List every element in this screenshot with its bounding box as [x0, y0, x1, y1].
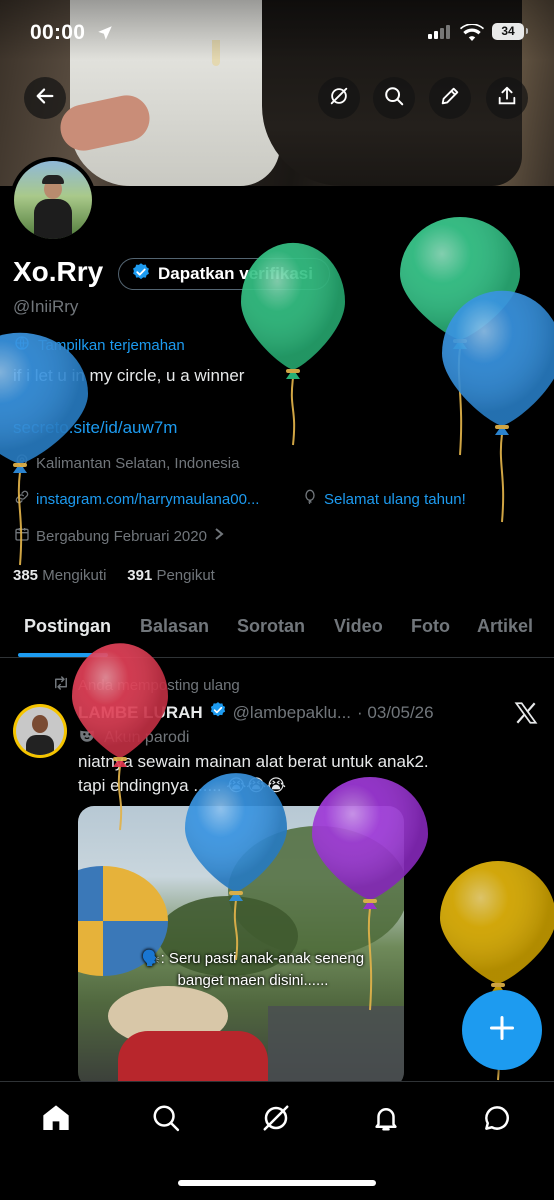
media-caption-line-1: 🗣️: Seru pasti anak-anak seneng: [141, 950, 365, 967]
tab-posts[interactable]: Postingan: [24, 616, 111, 637]
tab-articles[interactable]: Artikel: [477, 616, 533, 637]
media-stalls: [268, 1006, 404, 1088]
search-button[interactable]: [373, 77, 415, 119]
mask-icon: [78, 726, 96, 749]
back-button[interactable]: [24, 77, 66, 119]
verified-badge-icon: [131, 262, 151, 287]
post-author-handle: @lambepaklu...: [232, 702, 352, 722]
home-icon: [40, 1102, 72, 1139]
profile-website[interactable]: instagram.com/harrymaulana00...: [14, 489, 259, 509]
grok-icon: [261, 1103, 291, 1138]
calendar-icon: [14, 526, 30, 546]
repost-context: Anda memposting ulang: [52, 675, 240, 695]
tab-highlights[interactable]: Sorotan: [237, 616, 305, 637]
bio-link[interactable]: secreto.site/id/auw7m: [13, 418, 177, 438]
repost-icon: [52, 675, 70, 695]
followers-label: Pengikut: [156, 567, 215, 584]
balloon-icon: [302, 489, 318, 509]
profile-handle: @IniiRry: [13, 297, 79, 316]
bell-icon: [371, 1103, 401, 1138]
nav-messages[interactable]: [477, 1100, 517, 1140]
tab-video[interactable]: Video: [334, 616, 383, 637]
post-text: niatnya sewain mainan alat berat untuk a…: [78, 750, 498, 798]
back-arrow-icon: [34, 85, 56, 112]
status-bar: 00:00 34: [0, 18, 554, 52]
post-author-name: LAMBE LURAH: [78, 702, 203, 722]
followers-link[interactable]: 391 Pengikut: [127, 567, 215, 584]
profile-name: Xo.Rry: [13, 256, 104, 287]
share-button[interactable]: [486, 77, 528, 119]
grok-button[interactable]: [318, 77, 360, 119]
get-verified-button[interactable]: Dapatkan verifikasi: [118, 258, 330, 290]
post-date: · 03/05/26: [357, 702, 434, 722]
media-person: [118, 1031, 268, 1088]
media-caption: 🗣️: Seru pasti anak-anak seneng banget m…: [138, 948, 368, 992]
wifi-icon: [460, 23, 484, 47]
website-text: instagram.com/harrymaulana00...: [36, 490, 260, 508]
get-verified-label: Dapatkan verifikasi: [158, 264, 313, 283]
location-pin-icon: [14, 453, 30, 473]
grok-icon: [328, 85, 350, 112]
following-label: Mengikuti: [42, 567, 107, 584]
x-logo-icon: [513, 700, 539, 731]
parody-text: Akun parodi: [104, 728, 190, 746]
location-arrow-icon: [96, 24, 114, 47]
post-author-line[interactable]: LAMBE LURAH @lambepaklu... · 03/05/26: [78, 701, 434, 724]
birthday-text: Selamat ulang tahun!: [324, 490, 466, 508]
follow-stats: 385 Mengikuti 391 Pengikut: [13, 567, 215, 584]
nav-notifications[interactable]: [366, 1100, 406, 1140]
link-icon: [14, 489, 30, 509]
profile-tabs: Postingan Balasan Sorotan Video Foto Art…: [0, 610, 554, 658]
nav-home[interactable]: [36, 1100, 76, 1140]
profile-bio: if i let u in my circle, u a winner: [13, 366, 245, 385]
edit-icon: [439, 85, 461, 112]
joined-text: Bergabung Februari 2020: [36, 527, 207, 545]
search-icon: [151, 1103, 181, 1138]
share-icon: [496, 85, 518, 112]
show-translation-link[interactable]: Tampilkan terjemahan: [14, 335, 185, 355]
tab-photos[interactable]: Foto: [411, 616, 450, 637]
balloon: [442, 290, 554, 523]
verified-badge-icon: [209, 701, 227, 724]
post-text-line-2: tapi endingnya ...... 😭😭😭: [78, 776, 286, 795]
repost-label: Anda memposting ulang: [78, 676, 240, 694]
nav-grok[interactable]: [256, 1100, 296, 1140]
location-text: Kalimantan Selatan, Indonesia: [36, 454, 240, 472]
status-time: 00:00: [30, 21, 86, 44]
edit-button[interactable]: [429, 77, 471, 119]
translate-label: Tampilkan terjemahan: [38, 336, 185, 354]
profile-joined: Bergabung Februari 2020: [14, 526, 225, 546]
chevron-right-icon: [213, 527, 225, 545]
following-count: 385: [13, 567, 39, 584]
followers-count: 391: [127, 567, 153, 584]
parody-account-label: Akun parodi: [78, 726, 189, 749]
profile-location: Kalimantan Selatan, Indonesia: [14, 453, 239, 473]
compose-button[interactable]: [462, 990, 542, 1070]
balloon: [400, 217, 520, 456]
home-indicator: [178, 1180, 376, 1186]
avatar-image: [14, 161, 92, 239]
profile-avatar[interactable]: [10, 157, 96, 243]
media-caption-line-2: banget maen disini......: [177, 972, 329, 989]
plus-icon: [488, 1014, 516, 1047]
post-author-avatar[interactable]: [13, 704, 67, 758]
tab-replies[interactable]: Balasan: [140, 616, 209, 637]
nav-search[interactable]: [146, 1100, 186, 1140]
following-link[interactable]: 385 Mengikuti: [13, 567, 106, 584]
profile-birthday[interactable]: Selamat ulang tahun!: [302, 489, 466, 509]
battery-icon: 34: [492, 23, 528, 40]
cellular-signal-icon: [428, 25, 450, 44]
active-tab-indicator: [18, 653, 108, 657]
chat-bubble-icon: [482, 1103, 512, 1138]
post-media-video[interactable]: 🗣️: Seru pasti anak-anak seneng banget m…: [78, 806, 404, 1088]
post-text-line-1: niatnya sewain mainan alat berat untuk a…: [78, 752, 429, 771]
translate-icon: [14, 335, 30, 355]
search-icon: [383, 85, 405, 112]
